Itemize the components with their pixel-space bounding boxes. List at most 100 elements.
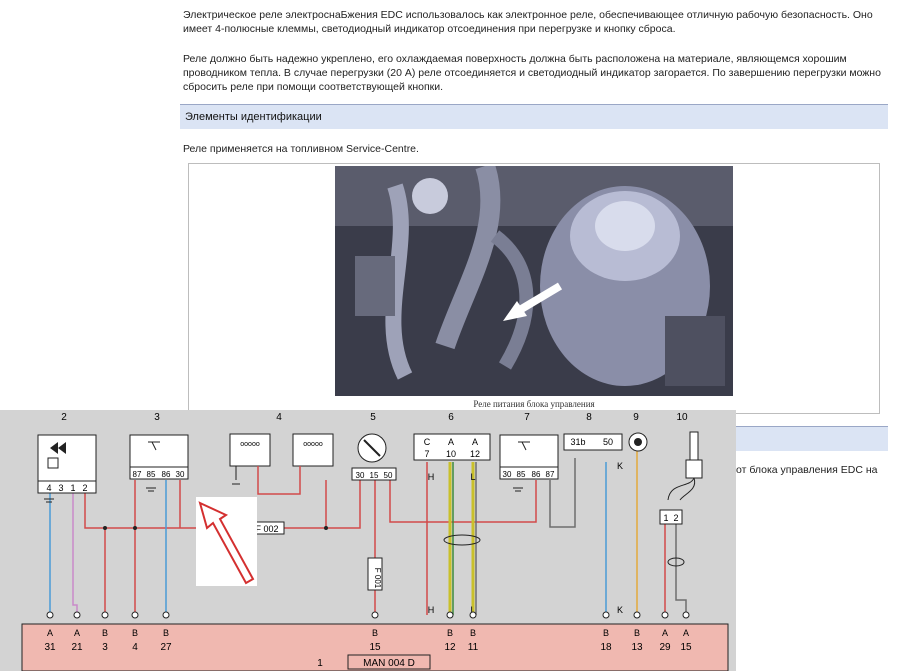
ecu-pin-number: 15	[680, 642, 692, 653]
red-arrow-icon	[198, 501, 255, 585]
svg-text:30: 30	[356, 471, 365, 480]
svg-text:7: 7	[424, 449, 429, 459]
ecu-pin-number: 31	[44, 642, 56, 653]
ecu-pin-terminal	[469, 611, 477, 619]
ecu-pin-letter: B	[603, 628, 609, 638]
component-number: 3	[154, 412, 160, 423]
svg-text:85: 85	[147, 470, 156, 479]
ecu-pin-terminal	[73, 611, 81, 619]
relay-2: 4 3 1 2	[37, 434, 97, 503]
ecu-pin-number: 11	[468, 642, 479, 653]
ecu-pin-letter: A	[683, 628, 689, 638]
annotation-arrow-box	[196, 497, 257, 586]
component-number: 8	[586, 412, 592, 423]
ecu-pin-letter: A	[74, 628, 80, 638]
ecu-pin-number: 3	[102, 642, 108, 653]
engine-photo	[335, 166, 733, 396]
ecu-pin-letter: A	[47, 628, 53, 638]
ecu-pin-terminal	[682, 611, 690, 619]
wire-letter-k: K	[617, 605, 623, 615]
svg-text:15: 15	[370, 471, 379, 480]
component-number: 10	[676, 412, 688, 423]
ecu-pin-terminal	[162, 611, 170, 619]
svg-text:ooooo: ooooo	[303, 441, 323, 448]
svg-text:10: 10	[446, 449, 456, 459]
paragraph-intro: Электрическое реле электроснаБжения EDC …	[183, 9, 873, 35]
svg-text:30: 30	[503, 470, 512, 479]
paragraph-usage: Реле применяется на топливном Service-Ce…	[183, 143, 419, 155]
svg-text:50: 50	[603, 437, 613, 447]
ecu-pin-number: 15	[369, 642, 381, 653]
component-number: 7	[524, 412, 530, 423]
document-page: Электрическое реле электроснаБжения EDC …	[0, 0, 913, 671]
svg-text:2: 2	[82, 483, 87, 493]
ecu-pin-letter: B	[163, 628, 169, 638]
wire-letter-h: H	[428, 472, 435, 482]
wiring-diagram: 2 3 4 5 6 7 8 9 10 4 3 1 2 87 85 86 30 o…	[0, 410, 736, 671]
svg-text:50: 50	[384, 471, 393, 480]
component-number: 2	[61, 412, 67, 423]
fuse-label-f001: F 001	[373, 568, 382, 589]
wire-gray	[675, 524, 687, 615]
ecu-pin-number: 18	[600, 642, 612, 653]
svg-text:87: 87	[546, 470, 555, 479]
ecu-pin-number: 29	[659, 642, 671, 653]
ecu-pin-terminal	[446, 611, 454, 619]
connector-4: ooooo ooooo	[229, 433, 334, 495]
paragraph-mounting: Реле должно быть надежно укреплено, его …	[183, 53, 881, 93]
svg-text:A: A	[472, 437, 478, 447]
sensor-10: 1 2	[659, 431, 703, 525]
svg-text:ooooo: ooooo	[240, 441, 260, 448]
ecu-pin-letter: B	[372, 628, 378, 638]
ecu-pin-letter: B	[447, 628, 453, 638]
ecu-number: 1	[317, 658, 323, 669]
photo-frame: Реле питания блока управления	[188, 163, 880, 414]
svg-text:3: 3	[58, 483, 63, 493]
svg-text:1: 1	[70, 483, 75, 493]
svg-text:12: 12	[470, 449, 480, 459]
wire-letter-l: L	[470, 472, 475, 482]
ecu-pin-number: 4	[132, 642, 138, 653]
ecu-pin-terminal	[46, 611, 54, 619]
svg-text:4: 4	[46, 483, 51, 493]
svg-text:85: 85	[517, 470, 526, 479]
svg-text:86: 86	[162, 470, 171, 479]
svg-text:87: 87	[133, 470, 142, 479]
svg-text:C: C	[424, 437, 431, 447]
svg-text:86: 86	[532, 470, 541, 479]
ecu-pin-letter: A	[662, 628, 668, 638]
connector-6: C A A 7 10 12	[413, 433, 491, 461]
ecu-pin-number: 27	[160, 642, 172, 653]
wire-label-f002: F 002	[255, 524, 278, 534]
svg-text:31b: 31b	[570, 437, 585, 447]
ecu-pin-letter: B	[102, 628, 108, 638]
ecu-pin-terminal	[633, 611, 641, 619]
ecu-pin-letter: B	[132, 628, 138, 638]
paragraph-fragment: от блока управления EDC на	[736, 464, 878, 476]
ecu-pin-letter: B	[470, 628, 476, 638]
connector-8: 31b 50	[563, 433, 623, 451]
svg-text:2: 2	[673, 513, 678, 523]
section-title: Элементы идентификации	[185, 111, 322, 123]
ecu-pin-number: 21	[71, 642, 83, 653]
wire-red	[84, 493, 106, 615]
ecu-pin-letter: B	[634, 628, 640, 638]
ecu-pin-terminal	[661, 611, 669, 619]
photo-caption: Реле питания блока управления	[473, 399, 595, 409]
component-number: 4	[276, 412, 282, 423]
ignition-switch-5: 30 15 50	[351, 433, 397, 481]
ecu-pin-number: 12	[444, 642, 456, 653]
svg-text:A: A	[448, 437, 454, 447]
wire-pink	[72, 493, 78, 615]
wire-red	[389, 480, 537, 523]
ecu-pin-terminal	[371, 611, 379, 619]
component-number: 9	[633, 412, 639, 423]
component-number: 6	[448, 412, 454, 423]
wire-letter-k: K	[617, 461, 623, 471]
component-number: 5	[370, 412, 376, 423]
ecu-label: MAN 004 D	[363, 658, 415, 669]
ecu-pin-terminal	[602, 611, 610, 619]
section-header-identification: Элементы идентификации	[180, 104, 888, 129]
ecu-pin-number: 13	[631, 642, 643, 653]
ecu-pin-terminal	[131, 611, 139, 619]
